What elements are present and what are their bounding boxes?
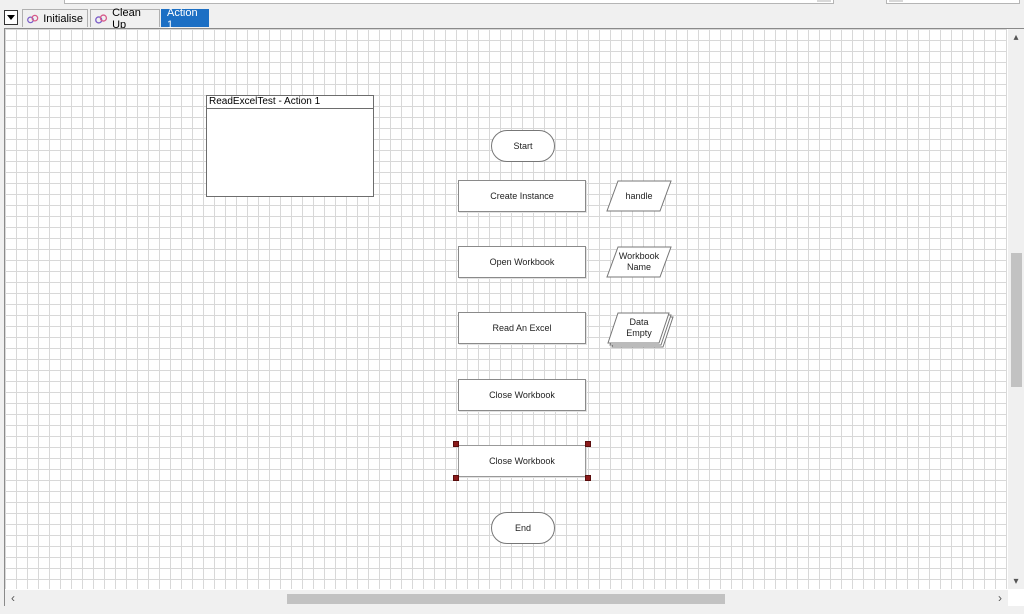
stage-label: Start [513,140,533,151]
tab-label: Action 1 [167,6,198,31]
close-workbook-stage[interactable]: Close Workbook [458,379,586,411]
scroll-up-icon[interactable]: ▴ [1008,29,1024,45]
scroll-right-icon[interactable]: › [992,590,1008,606]
page-note-block[interactable]: ReadExcelTest - Action 1 [206,95,374,197]
end-stage[interactable]: End [491,512,555,544]
data-empty-collection-item[interactable]: Data Empty [606,312,674,348]
tab-action-1[interactable]: Action 1 [161,7,209,31]
page-icon [27,14,39,23]
scroll-down-icon[interactable]: ▾ [1008,573,1024,589]
toolbar-input[interactable] [64,0,834,4]
selection-handle-top-left[interactable] [453,441,459,447]
tab-label: Clean Up [112,6,141,31]
stage-label: Close Workbook [489,389,555,400]
data-item-label: handle [625,190,653,201]
open-workbook-stage[interactable]: Open Workbook [458,246,586,278]
tab-clean-up[interactable]: Clean Up [90,7,160,31]
workbook-name-data-item[interactable]: Workbook Name [606,246,672,278]
scroll-left-icon[interactable]: ‹ [5,590,21,606]
handle-data-item[interactable]: handle [606,180,672,212]
start-stage[interactable]: Start [491,130,555,162]
stage-label: End [514,522,531,533]
close-workbook-stage-selected[interactable]: Close Workbook [458,445,586,477]
toolbar-zoom-button[interactable] [889,0,903,2]
horizontal-scroll-thumb[interactable] [287,594,725,604]
chevron-down-icon [7,15,15,20]
selection-handle-top-right[interactable] [585,441,591,447]
stage-label: Open Workbook [489,256,555,267]
page-tab-strip: Initialise Clean Up Action 1 [0,7,1024,31]
tab-label: Initialise [43,12,83,25]
create-instance-stage[interactable]: Create Instance [458,180,586,212]
stage-label: Create Instance [490,190,554,201]
selection-handle-bottom-right[interactable] [585,475,591,481]
page-icon [95,13,108,24]
process-canvas[interactable]: ReadExcelTest - Action 1 Start Create In… [5,29,1007,589]
toolbar-input-button[interactable] [817,0,831,2]
tab-initialise[interactable]: Initialise [22,9,88,27]
stage-label: Close Workbook [489,455,555,466]
toolbar-zoom-field[interactable] [886,0,1020,4]
selection-handle-bottom-left[interactable] [453,475,459,481]
vertical-scroll-thumb[interactable] [1011,253,1022,387]
data-item-label: Workbook Name [618,251,660,272]
status-strip [0,606,1024,614]
note-title: ReadExcelTest - Action 1 [207,96,373,109]
process-canvas-frame: ReadExcelTest - Action 1 Start Create In… [4,28,1024,606]
vertical-scrollbar[interactable]: ▴ ▾ [1008,29,1024,589]
data-item-label: Data Empty [626,317,652,338]
stage-label: Read An Excel [492,322,552,333]
read-an-excel-stage[interactable]: Read An Excel [458,312,586,344]
horizontal-scrollbar[interactable]: ‹ › [5,590,1008,606]
tab-list-dropdown-button[interactable] [4,10,18,25]
